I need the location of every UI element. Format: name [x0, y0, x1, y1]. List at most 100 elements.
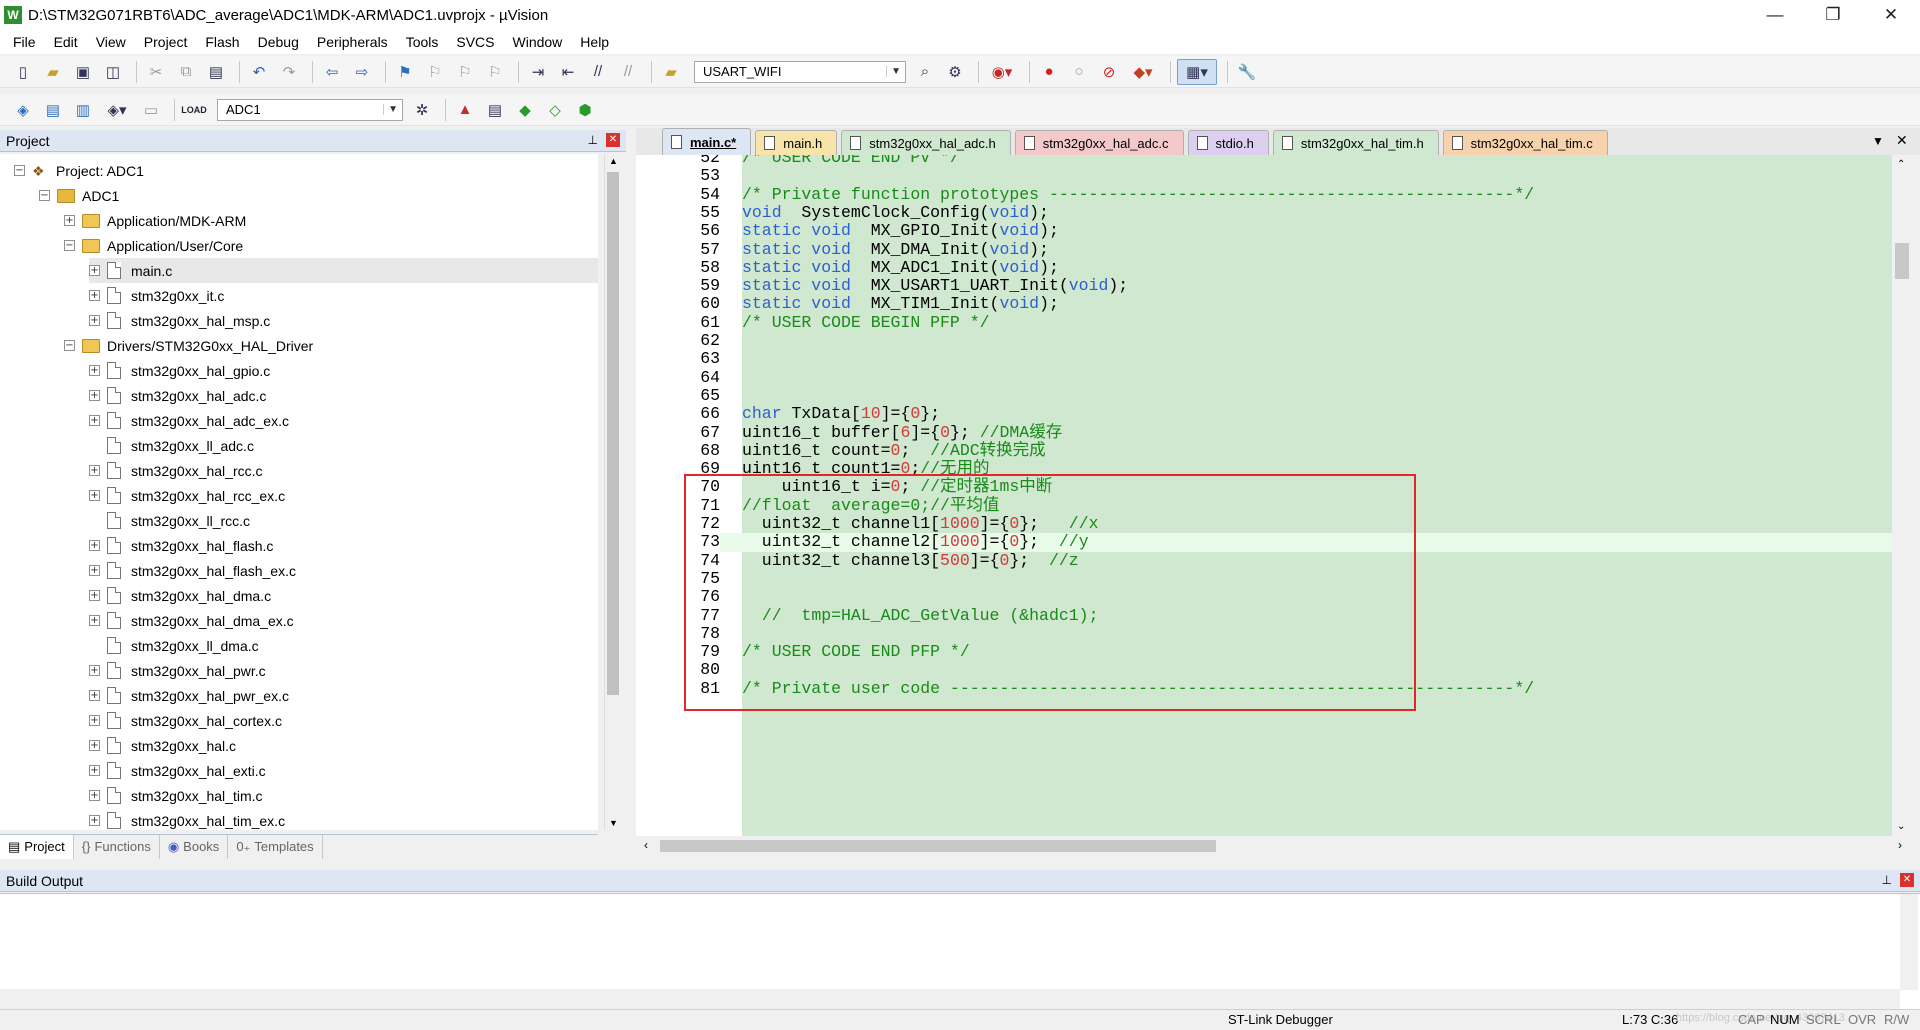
- build-output-pane[interactable]: [0, 893, 1920, 1009]
- code-line[interactable]: 58 static void MX_ADC1_Init(void);: [636, 258, 1892, 278]
- expand-icon[interactable]: +: [89, 590, 100, 601]
- scroll-thumb[interactable]: [1895, 243, 1909, 279]
- target-options-icon[interactable]: ✲: [409, 97, 435, 123]
- expand-icon[interactable]: +: [89, 765, 100, 776]
- editor-tab[interactable]: stdio.h: [1187, 130, 1269, 155]
- chevron-down-icon[interactable]: ▼: [383, 104, 398, 115]
- manage-components-icon[interactable]: ▲: [452, 97, 478, 123]
- tree-file[interactable]: + stm32g0xx_hal_tim.c: [89, 783, 263, 808]
- undo-icon[interactable]: ↶: [246, 59, 272, 85]
- tab-functions[interactable]: {} Functions: [74, 834, 160, 859]
- code-line[interactable]: 66 char TxData[10]={0};: [636, 404, 1892, 424]
- menu-view[interactable]: View: [87, 30, 135, 54]
- pack-installer-icon[interactable]: ◆: [512, 97, 538, 123]
- code-line[interactable]: 53: [636, 166, 1892, 186]
- pin-icon[interactable]: ⊥: [1882, 873, 1892, 887]
- nav-back-icon[interactable]: ⇦: [319, 59, 345, 85]
- code-line[interactable]: 59 static void MX_USART1_UART_Init(void);: [636, 276, 1892, 296]
- nav-forward-icon[interactable]: ⇨: [349, 59, 375, 85]
- expand-icon[interactable]: +: [89, 265, 100, 276]
- tree-folder[interactable]: − Application/User/Core: [64, 233, 243, 258]
- expand-icon[interactable]: +: [89, 390, 100, 401]
- configure-icon[interactable]: 🔧: [1234, 59, 1260, 85]
- scroll-up-icon[interactable]: ▲: [609, 156, 618, 166]
- window-layout-icon[interactable]: ▦▾: [1177, 58, 1217, 85]
- minimize-button[interactable]: —: [1746, 0, 1804, 30]
- rebuild-icon[interactable]: ▥: [70, 97, 96, 123]
- editor-tab[interactable]: stm32g0xx_hal_adc.c: [1014, 130, 1184, 155]
- expand-icon[interactable]: +: [89, 540, 100, 551]
- breakpoint-options-icon[interactable]: ◆▾: [1126, 59, 1160, 85]
- editor-horizontal-scrollbar[interactable]: ‹ ›: [636, 836, 1912, 856]
- unindent-icon[interactable]: ⇤: [555, 59, 581, 85]
- disable-breakpoint-icon[interactable]: ○: [1066, 59, 1092, 85]
- expand-icon[interactable]: +: [89, 465, 100, 476]
- select-packs-icon[interactable]: ◇: [542, 97, 568, 123]
- expand-icon[interactable]: +: [89, 790, 100, 801]
- kill-breakpoints-icon[interactable]: ⊘: [1096, 59, 1122, 85]
- download-load-icon[interactable]: LOAD: [181, 97, 207, 123]
- open-file-icon[interactable]: ▰: [40, 59, 66, 85]
- expand-icon[interactable]: +: [89, 365, 100, 376]
- editor-tab[interactable]: stm32g0xx_hal_tim.h: [1272, 130, 1439, 155]
- expand-icon[interactable]: +: [89, 615, 100, 626]
- editor-tab[interactable]: stm32g0xx_hal_tim.c: [1442, 130, 1608, 155]
- expand-icon[interactable]: +: [89, 290, 100, 301]
- tree-file[interactable]: + stm32g0xx_hal_pwr_ex.c: [89, 683, 289, 708]
- file-extensions-icon[interactable]: ▤: [482, 97, 508, 123]
- tree-file[interactable]: + stm32g0xx_hal_exti.c: [89, 758, 266, 783]
- tree-file[interactable]: + stm32g0xx_it.c: [89, 283, 224, 308]
- tree-file[interactable]: + stm32g0xx_hal_flash.c: [89, 533, 273, 558]
- copy-icon[interactable]: ⧉: [173, 59, 199, 85]
- tree-file[interactable]: + stm32g0xx_hal_flash_ex.c: [89, 558, 296, 583]
- close-panel-icon[interactable]: ✕: [606, 133, 620, 147]
- editor-tab[interactable]: main.c*: [662, 128, 752, 155]
- redo-icon[interactable]: ↷: [276, 59, 302, 85]
- tab-templates[interactable]: 0₊ Templates: [228, 834, 323, 859]
- scroll-right-icon[interactable]: ›: [1898, 838, 1902, 852]
- tree-file[interactable]: + stm32g0xx_hal_pwr.c: [89, 658, 266, 683]
- tab-project[interactable]: ▤ Project: [0, 834, 74, 859]
- editor-tab[interactable]: stm32g0xx_hal_adc.h: [841, 130, 1011, 155]
- editor-tab[interactable]: main.h: [755, 130, 838, 155]
- menu-edit[interactable]: Edit: [45, 30, 87, 54]
- code-line[interactable]: 52/* USER CODE END PV */: [636, 155, 1892, 168]
- find-icon[interactable]: ⌕: [912, 59, 938, 85]
- uncomment-icon[interactable]: //: [615, 59, 641, 85]
- expand-icon[interactable]: +: [89, 690, 100, 701]
- new-file-icon[interactable]: ▯: [10, 59, 36, 85]
- tree-file[interactable]: + stm32g0xx_hal_rcc_ex.c: [89, 483, 285, 508]
- prev-bookmark-icon[interactable]: ⚐: [422, 59, 448, 85]
- code-line[interactable]: 62: [636, 331, 1892, 351]
- comment-icon[interactable]: //: [585, 59, 611, 85]
- menu-flash[interactable]: Flash: [196, 30, 248, 54]
- build-output-hscroll[interactable]: [0, 989, 1900, 1009]
- tree-file[interactable]: stm32g0xx_ll_adc.c: [89, 433, 254, 458]
- close-editor-icon[interactable]: ✕: [1896, 132, 1908, 149]
- restore-button[interactable]: ❐: [1804, 0, 1862, 30]
- collapse-icon[interactable]: −: [39, 190, 50, 201]
- close-button[interactable]: ✕: [1862, 0, 1920, 30]
- menu-project[interactable]: Project: [135, 30, 197, 54]
- menu-help[interactable]: Help: [571, 30, 618, 54]
- code-line[interactable]: 61 /* USER CODE BEGIN PFP */: [636, 313, 1892, 332]
- breakpoint-icon[interactable]: ●: [1036, 59, 1062, 85]
- code-line[interactable]: 57 static void MX_DMA_Init(void);: [636, 240, 1892, 259]
- code-line[interactable]: 68 uint16_t count=0; //ADC转换完成: [636, 441, 1892, 461]
- editor-vertical-scrollbar[interactable]: ⌃ ⌄: [1892, 155, 1912, 836]
- cut-icon[interactable]: ✂: [143, 59, 169, 85]
- menu-svcs[interactable]: SVCS: [447, 30, 503, 54]
- run-time-env-icon[interactable]: ⬢: [572, 97, 598, 123]
- find-combo[interactable]: USART_WIFI ▼: [694, 60, 906, 83]
- scroll-left-icon[interactable]: ‹: [644, 838, 648, 852]
- code-line[interactable]: 54 /* Private function prototypes -------…: [636, 185, 1892, 204]
- build-output-vscroll[interactable]: [1900, 894, 1918, 990]
- collapse-icon[interactable]: −: [14, 165, 25, 176]
- tab-list-dropdown[interactable]: ▼: [1872, 134, 1884, 148]
- tree-folder[interactable]: − Drivers/STM32G0xx_HAL_Driver: [64, 333, 313, 358]
- project-tree-scrollbar[interactable]: ▲ ▼: [604, 154, 622, 830]
- tree-file[interactable]: + stm32g0xx_hal_dma.c: [89, 583, 271, 608]
- tree-file[interactable]: stm32g0xx_ll_rcc.c: [89, 508, 250, 533]
- save-all-icon[interactable]: ◫: [100, 59, 126, 85]
- incremental-find-icon[interactable]: ⚙: [942, 59, 968, 85]
